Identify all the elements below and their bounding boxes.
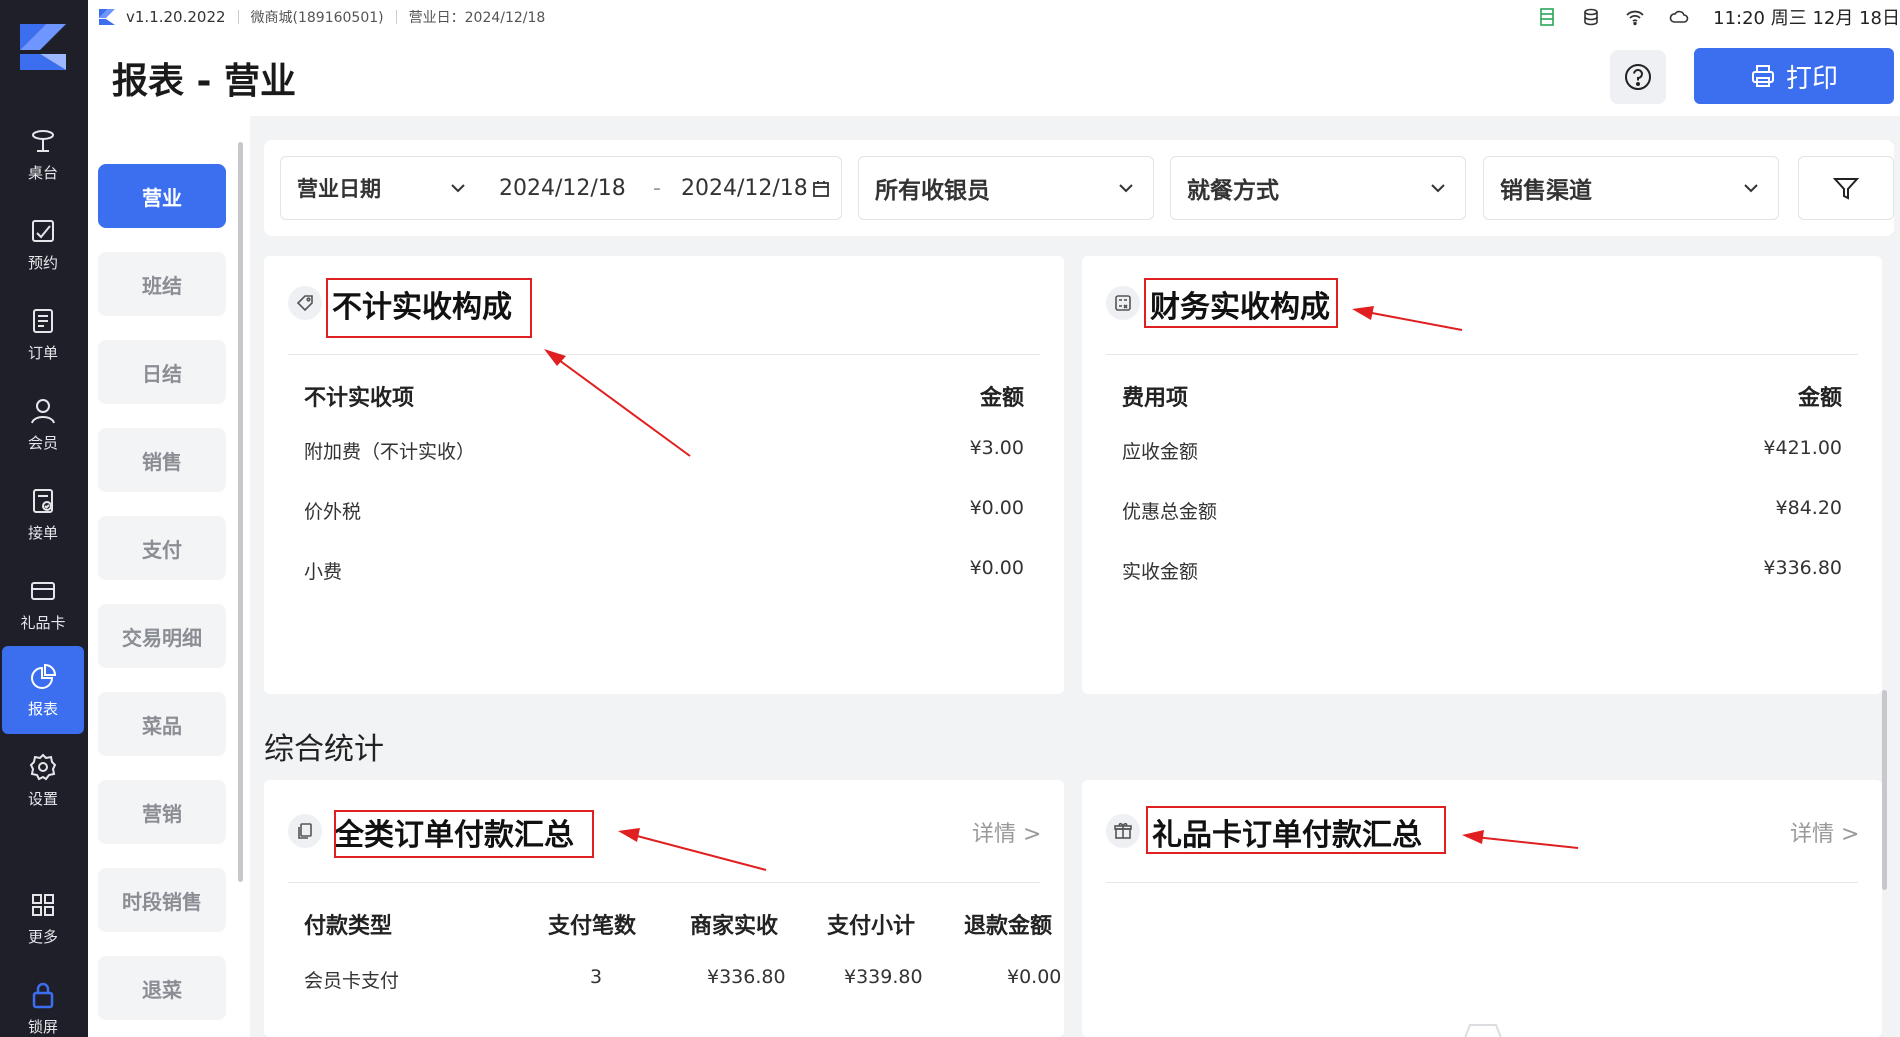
annotation-arrow (547, 351, 691, 457)
annotation-arrow (621, 831, 767, 871)
annotation-arrows (544, 306, 1579, 871)
annotation-arrowhead (1352, 306, 1374, 320)
annotation-arrowhead (618, 828, 640, 842)
annotation-arrowhead (1462, 830, 1484, 844)
